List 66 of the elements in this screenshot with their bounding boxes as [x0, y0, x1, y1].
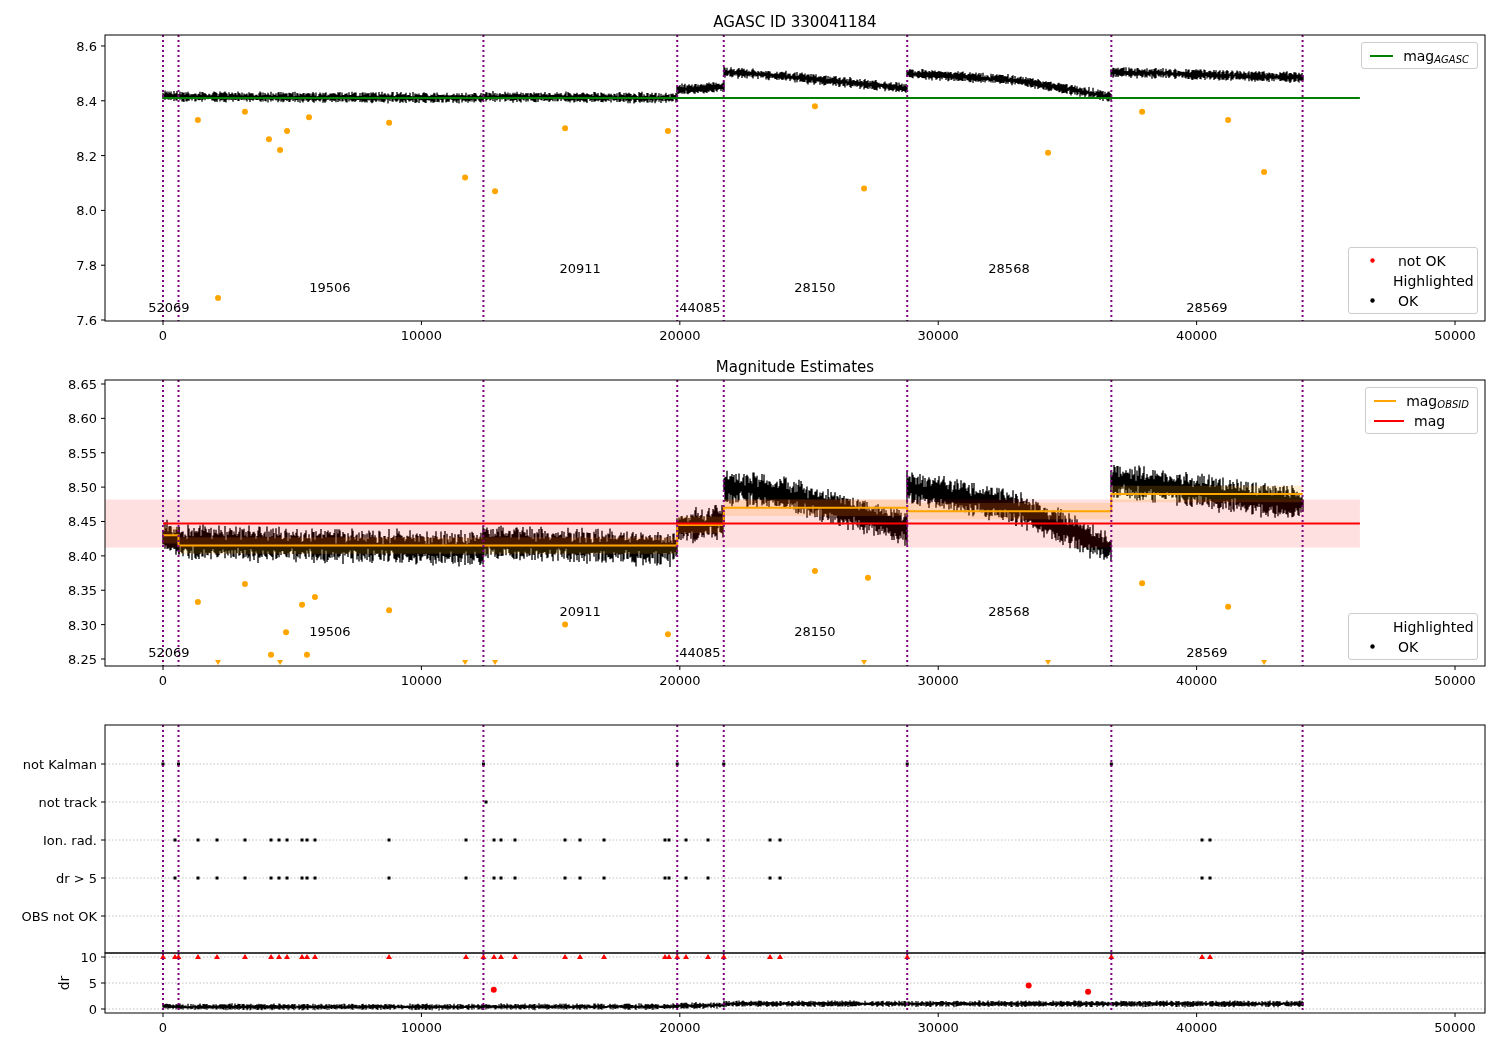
tick-label: 50000: [1434, 328, 1476, 343]
legend-label: mag$_{AGASC}$: [1403, 46, 1469, 65]
chart-title: Magnitude Estimates: [715, 358, 875, 376]
tick-label: not track: [38, 795, 97, 810]
tick-label: 8.65: [68, 377, 97, 392]
tick-label: 5: [88, 976, 97, 991]
legend-label: Highlighted: [1393, 617, 1474, 636]
obsid-label: 19506: [309, 624, 351, 640]
tick-label: dr > 5: [55, 871, 97, 886]
obsid-label: 20911: [559, 260, 601, 276]
tick-label: 8.45: [68, 514, 97, 530]
tick-label: 7.8: [76, 258, 97, 274]
tick-label: 10000: [400, 328, 443, 343]
tick-label: 8.30: [68, 617, 97, 633]
legend-label: mag$_{OBSID}$: [1406, 391, 1469, 410]
legend-label: Highlighted: [1393, 271, 1474, 290]
tick-label: 30000: [917, 1020, 959, 1035]
legend-label: OK: [1398, 291, 1419, 310]
tick-label: Ion. rad.: [43, 833, 97, 848]
chart-title: AGASC ID 330041184: [713, 13, 877, 31]
tick-label: 50000: [1434, 673, 1476, 688]
tick-label: 0: [88, 1002, 97, 1017]
tick-label: 0: [158, 1020, 168, 1035]
tick-label: 8.2: [76, 148, 97, 164]
tick-label: 30000: [917, 328, 959, 343]
tick-label: 8.60: [68, 411, 97, 427]
tick-label: 8.6: [76, 38, 97, 54]
tick-label: 7.6: [76, 313, 97, 328]
obsid-label: 28569: [1186, 645, 1228, 661]
tick-label: 40000: [1175, 328, 1218, 343]
tick-label: 8.4: [76, 93, 97, 109]
tick-label: 20000: [659, 1020, 701, 1035]
obsid-label: 28569: [1186, 300, 1228, 316]
obsid-label: 44085: [679, 645, 721, 661]
obsid-label: 44085: [679, 300, 721, 316]
obsid-label: 52069: [148, 645, 190, 661]
tick-label: 8.40: [68, 548, 97, 564]
tick-label: 8.0: [76, 203, 97, 219]
tick-label: OBS not OK: [21, 909, 97, 924]
tick-label: 10000: [400, 673, 443, 688]
tick-label: 8.50: [68, 480, 97, 496]
obsid-label: 52069: [148, 300, 190, 316]
tick-label: 0: [158, 328, 168, 343]
legend-label: mag: [1414, 411, 1446, 430]
legend-label: OK: [1398, 637, 1419, 656]
tick-label: 20000: [659, 673, 701, 688]
obsid-label: 20911: [559, 603, 601, 619]
tick-label: 40000: [1175, 1020, 1218, 1035]
tick-label: 10000: [400, 1020, 443, 1035]
obsid-label: 28150: [794, 280, 836, 296]
obsid-label: 28568: [988, 260, 1030, 276]
tick-label: 40000: [1175, 673, 1218, 688]
tick-label: 50000: [1434, 1020, 1476, 1035]
tick-label: not Kalman: [22, 757, 97, 772]
obsid-label: 28568: [988, 603, 1030, 619]
axis-label: dr: [56, 975, 72, 991]
tick-label: 8.35: [68, 583, 97, 599]
tick-label: 8.25: [68, 652, 97, 667]
obsid-label: 28150: [794, 624, 836, 640]
tick-label: 30000: [917, 673, 959, 688]
tick-label: 0: [158, 673, 168, 688]
legend-label: not OK: [1398, 251, 1446, 270]
tick-label: 8.55: [68, 445, 97, 461]
tick-label: 20000: [659, 328, 701, 343]
tick-label: 10: [80, 950, 97, 965]
obsid-label: 19506: [309, 280, 351, 296]
